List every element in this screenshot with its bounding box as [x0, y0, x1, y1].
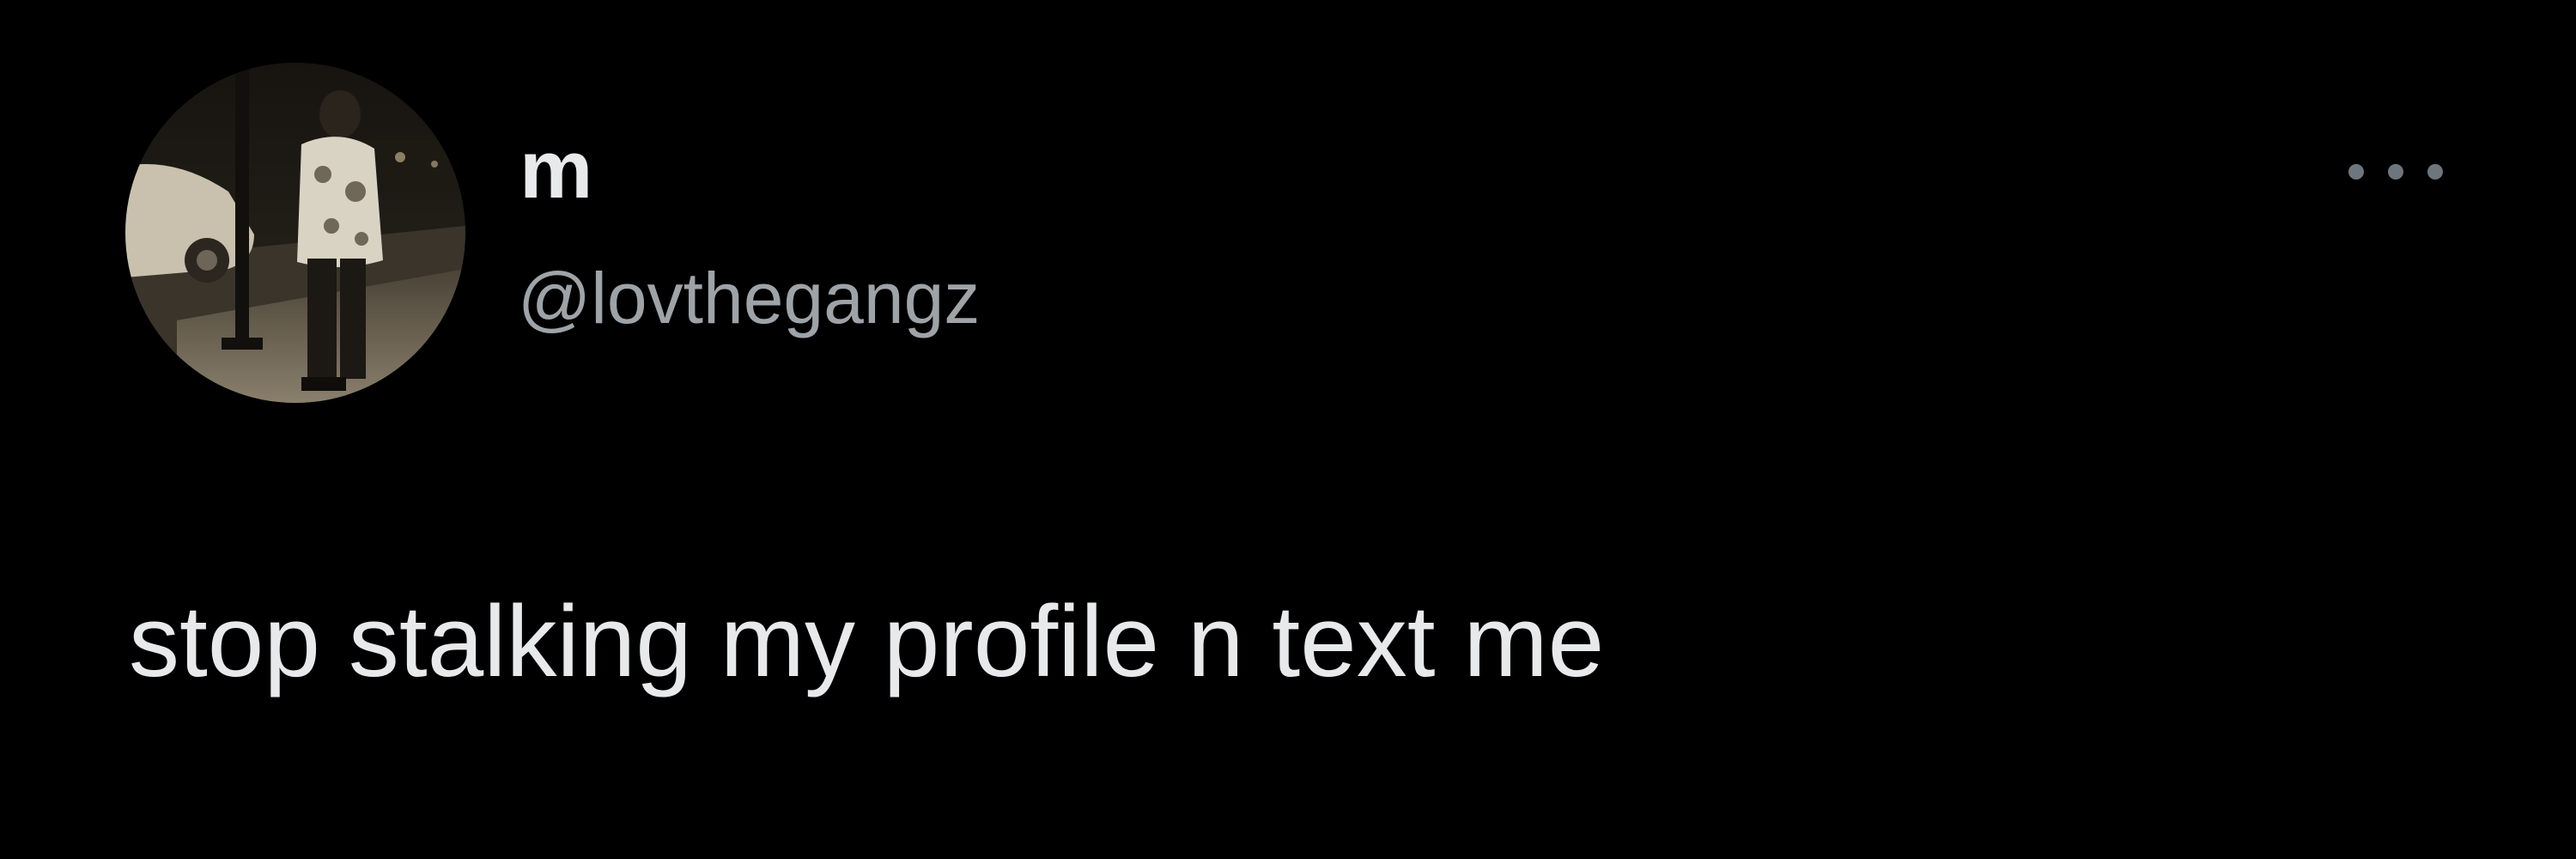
avatar[interactable]: [125, 63, 465, 403]
user-handle[interactable]: @lovthegangz: [518, 262, 980, 334]
more-options-button[interactable]: [2348, 146, 2443, 198]
more-horizontal-icon: [2348, 164, 2364, 180]
tweet-card: m @lovthegangz stop stalking my profile …: [0, 0, 2576, 859]
avatar-photo: [125, 63, 465, 403]
tweet-text: stop stalking my profile n text me: [129, 585, 1605, 698]
display-name[interactable]: m: [519, 129, 593, 211]
more-horizontal-icon-dot: [2427, 164, 2443, 180]
more-horizontal-icon-dot: [2388, 164, 2403, 180]
